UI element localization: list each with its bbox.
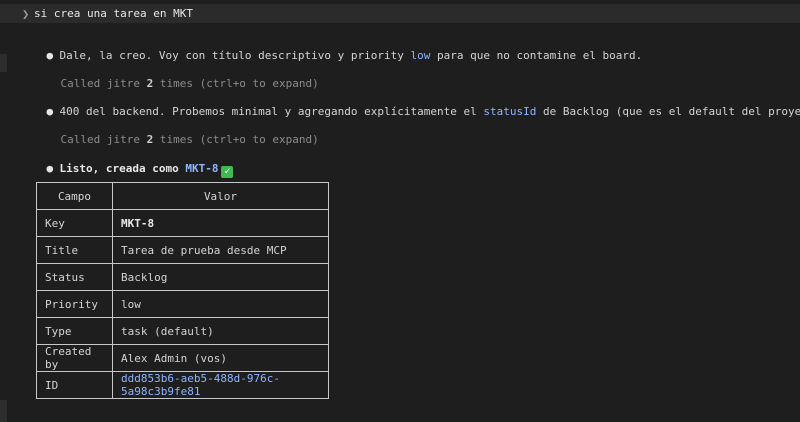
value-cell: low <box>112 290 329 318</box>
value-cell: task (default) <box>112 317 329 345</box>
table-row: Created by Alex Admin (vos) <box>36 344 329 372</box>
tool-call-text: times (ctrl+o to expand) <box>153 77 319 90</box>
column-header: Campo <box>36 182 113 210</box>
field-cell: ID <box>36 371 113 399</box>
field-cell: Status <box>36 263 113 291</box>
tool-call-text: times (ctrl+o to expand) <box>153 133 319 146</box>
value-cell: Tarea de prueba desde MCP <box>112 236 329 264</box>
message-text: 400 del backend. Probemos minimal y agre… <box>59 105 484 118</box>
chevron-right-icon: ❯ <box>22 7 30 21</box>
inline-code: statusId <box>483 105 537 118</box>
bullet-icon: ● <box>46 162 54 175</box>
value-cell: Backlog <box>112 263 329 291</box>
value-cell[interactable]: ddd853b6-aeb5-488d-976c-5a98c3b9fe81 <box>112 371 329 399</box>
field-cell: Priority <box>36 290 113 318</box>
table-header-row: Campo Valor <box>36 182 329 210</box>
message-text: para que no contamine el board. <box>430 49 643 62</box>
tool-call-text: Called jitre <box>60 77 147 90</box>
table-row: ID ddd853b6-aeb5-488d-976c-5a98c3b9fe81 <box>36 371 329 399</box>
table-row: Title Tarea de prueba desde MCP <box>36 236 329 264</box>
table-row: Status Backlog <box>36 263 329 291</box>
field-cell: Title <box>36 236 113 264</box>
value-cell: MKT-8 <box>112 209 329 237</box>
bullet-icon: ● <box>46 49 54 62</box>
message-text: Dale, la creo. Voy con título descriptiv… <box>59 49 411 62</box>
field-cell: Key <box>36 209 113 237</box>
field-cell: Type <box>36 317 113 345</box>
message-text: Listo, creada como <box>59 162 186 175</box>
check-icon: ✓ <box>221 166 234 178</box>
gutter-marker <box>0 54 7 72</box>
issue-key-link[interactable]: MKT-8 <box>185 162 218 175</box>
message-text: de Backlog (que es el default del proyec… <box>542 105 800 118</box>
table-row: Priority low <box>36 290 329 318</box>
result-table: Campo Valor Key MKT-8 Title Tarea de pru… <box>36 182 329 399</box>
field-cell: Created by <box>36 344 113 372</box>
user-prompt: ❯ si crea una tarea en MKT <box>0 4 800 23</box>
bullet-icon: ● <box>46 105 54 118</box>
table-row: Type task (default) <box>36 317 329 345</box>
table-row: Key MKT-8 <box>36 209 329 237</box>
tool-call-text: Called jitre <box>60 133 147 146</box>
value-cell: Alex Admin (vos) <box>112 344 329 372</box>
prompt-text: si crea una tarea en MKT <box>34 7 193 20</box>
terminal-view: ❯ si crea una tarea en MKT ● Dale, la cre… <box>0 0 800 422</box>
gutter-marker <box>0 400 7 422</box>
column-header: Valor <box>112 182 329 210</box>
inline-code: low <box>410 49 431 62</box>
